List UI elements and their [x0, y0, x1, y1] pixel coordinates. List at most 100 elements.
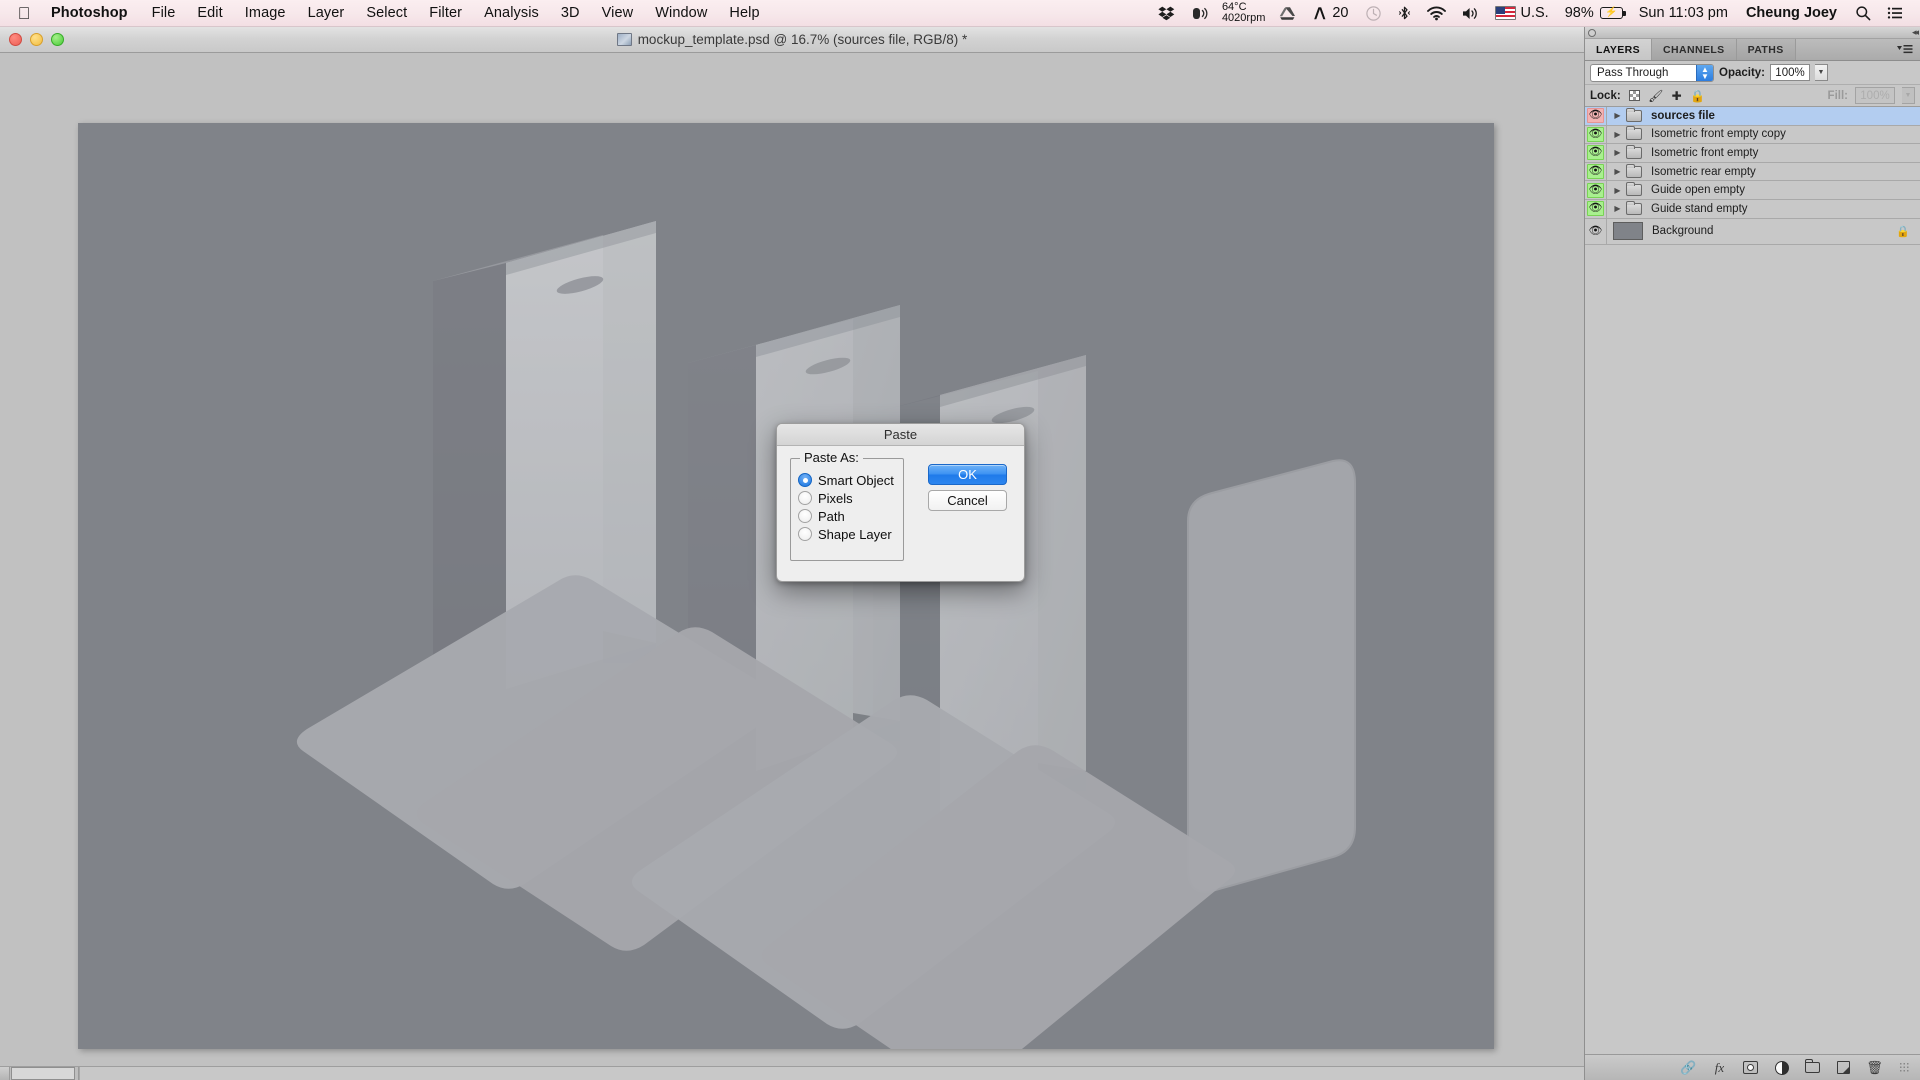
radio-option-path[interactable]: Path	[798, 507, 903, 525]
menu-item-image[interactable]: Image	[234, 0, 297, 26]
current-user-name[interactable]: Cheung Joey	[1736, 0, 1847, 26]
link-layers-icon[interactable]: 🔗	[1680, 1059, 1697, 1076]
lock-position-icon[interactable]: ✚	[1670, 89, 1684, 103]
layer-visibility-cell[interactable]: 👁	[1585, 162, 1607, 181]
cancel-button[interactable]: Cancel	[928, 490, 1007, 511]
menu-item-help[interactable]: Help	[718, 0, 770, 26]
status-bar-info-area[interactable]	[79, 1067, 1584, 1080]
layer-style-fx-icon[interactable]: fx	[1711, 1059, 1728, 1076]
menu-item-edit[interactable]: Edit	[186, 0, 233, 26]
menu-item-filter[interactable]: Filter	[418, 0, 473, 26]
chevron-right-icon[interactable]: ▶	[1610, 148, 1625, 157]
tab-channels[interactable]: CHANNELS	[1652, 39, 1737, 60]
layer-visibility-cell[interactable]: 👁	[1585, 125, 1607, 144]
tab-paths[interactable]: PATHS	[1736, 39, 1796, 60]
notification-center-icon[interactable]	[1879, 0, 1911, 26]
menu-item-view[interactable]: View	[591, 0, 645, 26]
eye-icon[interactable]: 👁	[1587, 108, 1604, 124]
lock-all-icon[interactable]: 🔒	[1690, 89, 1705, 103]
add-layer-mask-icon[interactable]	[1742, 1059, 1759, 1076]
chevron-right-icon[interactable]: ▶	[1610, 186, 1625, 195]
eye-icon[interactable]: 👁	[1587, 201, 1604, 217]
chevron-right-icon[interactable]: ▶	[1610, 167, 1625, 176]
volume-icon[interactable]	[1454, 0, 1487, 26]
table-row[interactable]: 👁 ▶ Guide open empty	[1585, 181, 1920, 200]
menu-bar-clock[interactable]: Sun 11:03 pm	[1631, 0, 1736, 26]
layer-visibility-cell[interactable]: 👁	[1585, 107, 1607, 125]
adobe-icon[interactable]: 20	[1304, 0, 1356, 26]
status-bar-zoom-field[interactable]	[11, 1067, 75, 1080]
opacity-stepper-icon[interactable]: ▼	[1815, 64, 1829, 81]
table-row[interactable]: 👁 ▶ sources file	[1585, 107, 1920, 126]
new-layer-icon[interactable]	[1835, 1059, 1852, 1076]
collapse-panel-icon[interactable]: ◂◂	[1912, 28, 1919, 37]
menu-item-select[interactable]: Select	[355, 0, 418, 26]
new-adjustment-layer-icon[interactable]	[1773, 1059, 1790, 1076]
eye-icon[interactable]: 👁	[1587, 126, 1604, 142]
radio-icon[interactable]	[798, 509, 812, 523]
google-drive-icon[interactable]	[1271, 0, 1304, 26]
panel-title-bar[interactable]: ◂◂	[1585, 27, 1920, 39]
fill-stepper-icon[interactable]: ▼	[1902, 87, 1915, 104]
close-window-button[interactable]	[9, 33, 22, 46]
fan-speed-icon[interactable]	[1183, 0, 1216, 26]
radio-icon[interactable]	[798, 473, 812, 487]
dropbox-icon[interactable]	[1150, 0, 1183, 26]
chevron-right-icon[interactable]: ▶	[1610, 204, 1625, 213]
cpu-temp-fan-readout[interactable]: 64°C 4020rpm	[1216, 2, 1271, 24]
status-bar-grip[interactable]	[0, 1067, 10, 1080]
layer-visibility-cell[interactable]: 👁	[1585, 181, 1607, 199]
delete-layer-icon[interactable]: 🗑	[1866, 1059, 1883, 1076]
radio-option-pixels[interactable]: Pixels	[798, 489, 903, 507]
chevron-right-icon[interactable]: ▶	[1610, 130, 1625, 139]
radio-option-shape-layer[interactable]: Shape Layer	[798, 525, 903, 543]
panel-close-dot-icon[interactable]	[1588, 28, 1596, 37]
table-row[interactable]: 👁 ▶ Guide stand empty	[1585, 199, 1920, 219]
lock-image-pixels-icon[interactable]: 🖌	[1648, 89, 1663, 103]
zoom-window-button[interactable]	[51, 33, 64, 46]
panel-menu-icon[interactable]	[1890, 39, 1920, 60]
layer-visibility-cell[interactable]: 👁	[1585, 218, 1607, 244]
eye-icon[interactable]: 👁	[1587, 145, 1604, 161]
menu-item-analysis[interactable]: Analysis	[473, 0, 550, 26]
spotlight-search-icon[interactable]	[1847, 0, 1879, 26]
menu-item-layer[interactable]: Layer	[297, 0, 356, 26]
new-group-icon[interactable]	[1804, 1059, 1821, 1076]
minimize-window-button[interactable]	[30, 33, 43, 46]
panel-resize-grip[interactable]	[1899, 1062, 1910, 1073]
table-row[interactable]: 👁 ▶ Isometric front empty copy	[1585, 125, 1920, 145]
eye-icon[interactable]: 👁	[1587, 224, 1604, 239]
time-machine-icon[interactable]	[1357, 0, 1390, 26]
radio-option-smart-object[interactable]: Smart Object	[798, 471, 903, 489]
radio-icon[interactable]	[798, 527, 812, 541]
menu-item-3d[interactable]: 3D	[550, 0, 591, 26]
wifi-icon[interactable]	[1419, 0, 1454, 26]
table-row[interactable]: 👁 ▶ Isometric rear empty	[1585, 162, 1920, 182]
blend-mode-select[interactable]: Pass Through ▲ ▼	[1590, 63, 1714, 82]
dialog-title-bar[interactable]: Paste	[777, 424, 1024, 446]
radio-label: Pixels	[818, 490, 853, 506]
menu-item-file[interactable]: File	[141, 0, 187, 26]
radio-icon[interactable]	[798, 491, 812, 505]
apple-logo-icon[interactable]: 	[10, 5, 38, 22]
table-row[interactable]: 👁 Background 🔒	[1585, 218, 1920, 245]
layer-visibility-cell[interactable]: 👁	[1585, 144, 1607, 162]
tab-layers[interactable]: LAYERS	[1585, 39, 1653, 60]
lock-transparent-pixels-icon[interactable]	[1628, 89, 1642, 103]
battery-status[interactable]: 98% ⚡	[1557, 0, 1631, 26]
eye-icon[interactable]: 👁	[1587, 182, 1604, 198]
input-source-indicator[interactable]: U.S.	[1487, 0, 1557, 26]
layer-name: Guide open empty	[1651, 184, 1745, 197]
document-canvas[interactable]	[78, 123, 1494, 1049]
menu-item-window[interactable]: Window	[644, 0, 718, 26]
bluetooth-icon[interactable]	[1390, 0, 1419, 26]
menu-item-photoshop[interactable]: Photoshop	[38, 0, 141, 26]
ok-button[interactable]: OK	[928, 464, 1007, 485]
table-row[interactable]: 👁 ▶ Isometric front empty	[1585, 144, 1920, 163]
chevron-right-icon[interactable]: ▶	[1610, 111, 1625, 120]
layer-visibility-cell[interactable]: 👁	[1585, 199, 1607, 218]
eye-icon[interactable]: 👁	[1587, 164, 1604, 180]
document-title-bar[interactable]: mockup_template.psd @ 16.7% (sources fil…	[0, 27, 1584, 53]
fill-field[interactable]: 100%	[1855, 87, 1895, 104]
opacity-field[interactable]: 100%	[1770, 64, 1811, 81]
